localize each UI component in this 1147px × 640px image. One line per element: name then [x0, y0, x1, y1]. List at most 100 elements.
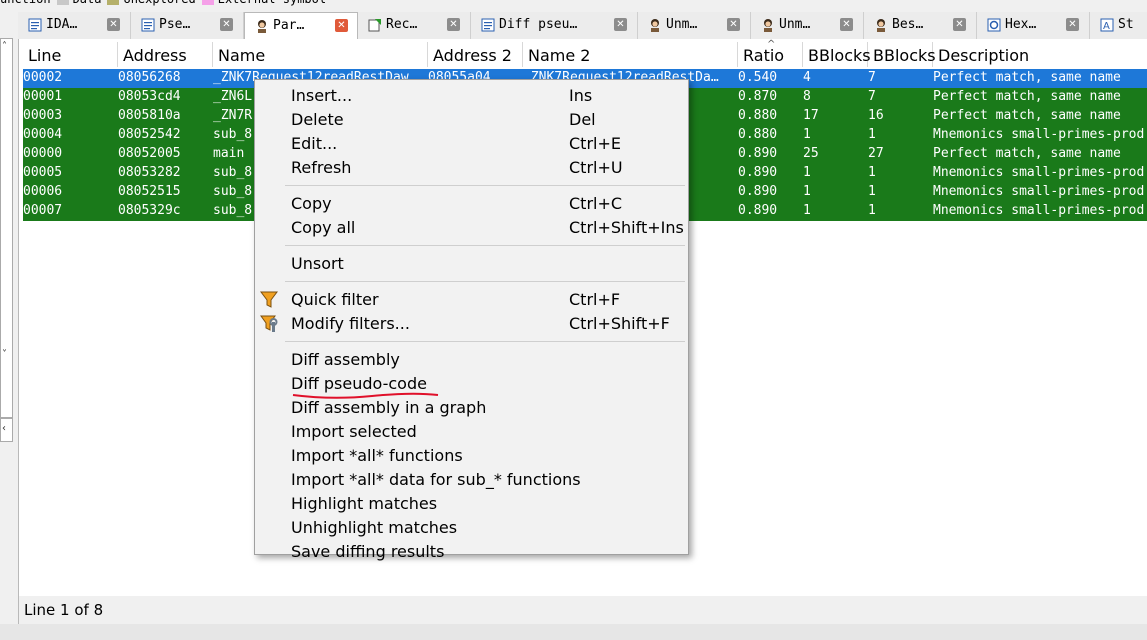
- table-cell: 8: [803, 89, 811, 104]
- close-icon[interactable]: ✕: [335, 19, 348, 32]
- bindiff-avatar-icon: [761, 17, 775, 32]
- menu-item-save-diffing-results[interactable]: Save diffing results: [255, 539, 688, 563]
- table-cell: 25: [803, 146, 819, 161]
- column-header[interactable]: Description: [933, 42, 1147, 67]
- column-header[interactable]: BBlocks: [868, 42, 936, 67]
- tab-8[interactable]: Hex… ✕: [977, 12, 1090, 39]
- table-cell: Perfect match, same name: [933, 89, 1121, 104]
- close-icon[interactable]: ✕: [107, 18, 120, 31]
- table-cell: Mnemonics small-primes-prod: [933, 184, 1145, 199]
- tab-6[interactable]: Unm… ✕: [751, 12, 864, 39]
- menu-item-label: Quick filter: [291, 290, 379, 309]
- menu-separator: [285, 281, 685, 282]
- column-header[interactable]: Line: [23, 42, 118, 67]
- menu-item-highlight-matches[interactable]: Highlight matches: [255, 491, 688, 515]
- menu-item-label: Insert...: [291, 86, 353, 105]
- tab-1[interactable]: Pse… ✕: [131, 12, 244, 39]
- table-cell: 1: [868, 127, 876, 142]
- bindiff-avatar-icon: [874, 17, 888, 32]
- menu-item-label: Save diffing results: [291, 542, 445, 561]
- tab-label: Unm…: [666, 17, 698, 32]
- tab-label: Rec…: [386, 17, 418, 32]
- menu-item-shortcut: Del: [569, 110, 596, 129]
- menu-item-quick-filter[interactable]: Quick filter Ctrl+F: [255, 287, 688, 311]
- scroll-up-arrow-icon[interactable]: ˄: [2, 41, 7, 52]
- table-cell: 27: [868, 146, 884, 161]
- legend-swatch: [107, 0, 120, 5]
- tab-9[interactable]: A St: [1090, 12, 1147, 39]
- menu-item-label: Unhighlight matches: [291, 518, 458, 537]
- tab-2[interactable]: Par… ✕: [244, 12, 358, 40]
- column-header[interactable]: Name: [213, 42, 428, 67]
- table-cell: 16: [868, 108, 884, 123]
- close-icon[interactable]: ✕: [220, 18, 233, 31]
- column-header[interactable]: Address 2: [428, 42, 523, 67]
- menu-item-delete[interactable]: Delete Del: [255, 107, 688, 131]
- table-cell: 08052542: [118, 127, 181, 142]
- table-cell: 1: [868, 203, 876, 218]
- menu-item-label: Edit...: [291, 134, 338, 153]
- tab-4[interactable]: Diff pseu… ✕: [471, 12, 638, 39]
- tab-label: St: [1118, 17, 1134, 32]
- menu-item-diff-assembly-in-a-graph[interactable]: Diff assembly in a graph: [255, 395, 688, 419]
- table-cell: 08053cd4: [118, 89, 181, 104]
- table-cell: 00000: [23, 146, 63, 161]
- column-header[interactable]: Name 2: [523, 42, 738, 67]
- menu-item-diff-assembly[interactable]: Diff assembly: [255, 347, 688, 371]
- menu-item-insert[interactable]: Insert... Ins: [255, 83, 688, 107]
- menu-item-modify-filters[interactable]: Modify filters... Ctrl+Shift+F: [255, 311, 688, 335]
- strings-icon: A: [1100, 17, 1114, 32]
- table-cell: 00001: [23, 89, 63, 104]
- tab-label: Diff pseu…: [499, 17, 578, 32]
- menu-item-copy[interactable]: Copy Ctrl+C: [255, 191, 688, 215]
- menu-item-copy-all[interactable]: Copy all Ctrl+Shift+Ins: [255, 215, 688, 239]
- left-dock-scrollbar[interactable]: ˄ ˅: [0, 38, 13, 418]
- scroll-down-arrow-icon[interactable]: ˅: [2, 349, 7, 360]
- menu-item-label: Unsort: [291, 254, 344, 273]
- tab-3[interactable]: Rec… ✕: [358, 12, 471, 39]
- menu-item-unsort[interactable]: Unsort: [255, 251, 688, 275]
- tab-label: Pse…: [159, 17, 191, 32]
- legend-label: External symbol: [218, 0, 326, 6]
- close-icon[interactable]: ✕: [840, 18, 853, 31]
- tab-5[interactable]: Unm… ✕: [638, 12, 751, 39]
- close-icon[interactable]: ✕: [727, 18, 740, 31]
- table-cell: Mnemonics small-primes-prod: [933, 127, 1145, 142]
- menu-item-edit[interactable]: Edit... Ctrl+E: [255, 131, 688, 155]
- table-cell: 0.540: [738, 70, 778, 85]
- recent-scripts-icon: [368, 17, 382, 32]
- bindiff-avatar-icon: [648, 17, 662, 32]
- menu-item-import-all-data-for-sub-functions[interactable]: Import *all* data for sub_* functions: [255, 467, 688, 491]
- menu-item-refresh[interactable]: Refresh Ctrl+U: [255, 155, 688, 179]
- menu-item-import-all-functions[interactable]: Import *all* functions: [255, 443, 688, 467]
- menu-item-unhighlight-matches[interactable]: Unhighlight matches: [255, 515, 688, 539]
- table-cell: Perfect match, same name: [933, 70, 1121, 85]
- left-dock-toggle[interactable]: ‹: [0, 418, 13, 442]
- menu-separator: [285, 185, 685, 186]
- column-header[interactable]: BBlocks: [803, 42, 871, 67]
- table-cell: 08052515: [118, 184, 181, 199]
- table-cell: 4: [803, 70, 811, 85]
- tab-7[interactable]: Bes… ✕: [864, 12, 977, 39]
- menu-item-label: Copy: [291, 194, 332, 213]
- menu-item-shortcut: Ins: [569, 86, 593, 105]
- close-icon[interactable]: ✕: [1066, 18, 1079, 31]
- close-icon[interactable]: ✕: [447, 18, 460, 31]
- bindiff-avatar-icon: [255, 18, 269, 33]
- menu-item-label: Refresh: [291, 158, 352, 177]
- legend-swatch: [56, 0, 69, 5]
- close-icon[interactable]: ✕: [614, 18, 627, 31]
- menu-item-shortcut: Ctrl+U: [569, 158, 623, 177]
- svg-text:A: A: [1103, 21, 1110, 32]
- chevron-left-icon[interactable]: ‹: [2, 423, 6, 434]
- table-header: Line Address Name Address 2 Name 2 Ratio BBloc…: [19, 39, 1147, 67]
- table-cell: 0.890: [738, 165, 778, 180]
- tab-0[interactable]: IDA… ✕: [18, 12, 131, 39]
- menu-item-import-selected[interactable]: Import selected: [255, 419, 688, 443]
- table-cell: 00006: [23, 184, 63, 199]
- color-legend: unction Data Unexplored External symbol: [0, 0, 326, 6]
- column-header[interactable]: Address: [118, 42, 213, 67]
- close-icon[interactable]: ✕: [953, 18, 966, 31]
- tab-label: Par…: [273, 18, 305, 33]
- table-cell: 1: [868, 165, 876, 180]
